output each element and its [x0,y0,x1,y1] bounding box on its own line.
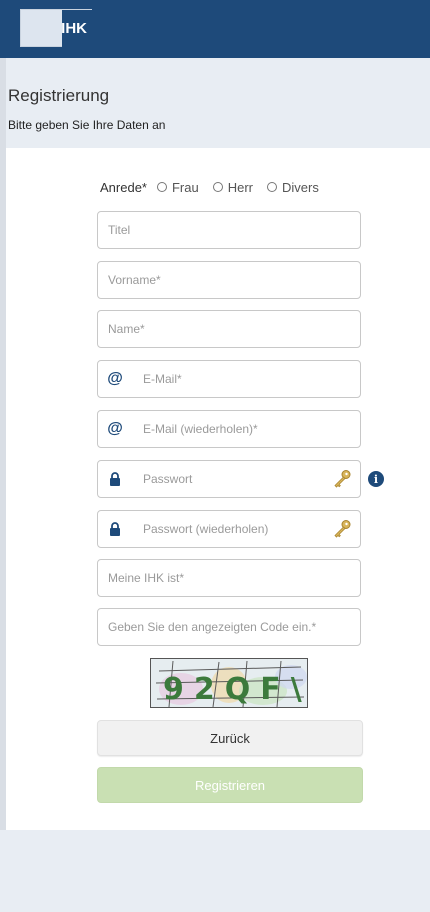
password-field[interactable] [97,460,361,498]
top-header-bar: IHK [0,0,430,58]
page-title: Registrierung [8,86,110,105]
email-input[interactable] [98,361,360,397]
register-button[interactable]: Registrieren [97,767,363,803]
footer-band [0,830,430,912]
captcha-code-text: 92QF\ [163,672,308,707]
back-button-label: Zurück [210,730,250,746]
salutation-group: Anrede* Frau Herr Divers [100,178,333,196]
last-name-input[interactable] [98,311,360,347]
radio-label: Frau [171,179,199,195]
back-button[interactable]: Zurück [97,720,363,756]
radio-circle-icon[interactable] [156,182,167,192]
title-input[interactable] [98,212,360,248]
radio-circle-icon[interactable] [212,182,223,192]
captcha-code-field[interactable] [97,608,361,646]
info-icon[interactable]: i [368,471,384,487]
last-name-field[interactable] [97,310,361,348]
email-field[interactable]: @ [97,360,361,398]
salutation-option-divers[interactable]: Divers [267,180,319,195]
title-field[interactable] [97,211,361,249]
first-name-field[interactable] [97,261,361,299]
password-repeat-input[interactable] [98,511,360,547]
email-repeat-field[interactable]: @ [97,410,361,448]
key-icon[interactable] [332,519,352,539]
first-name-input[interactable] [98,262,360,298]
ihk-logo[interactable]: IHK [20,9,93,48]
chamber-field[interactable] [97,559,361,597]
radio-label: Herr [227,179,253,195]
password-input[interactable] [98,461,360,497]
email-repeat-input[interactable] [98,411,360,447]
register-button-label: Registrieren [194,777,266,793]
salutation-label: Anrede* [100,179,147,195]
chamber-input[interactable] [98,560,360,596]
logo-text: IHK [61,20,87,37]
radio-circle-icon[interactable] [267,182,277,192]
captcha-image: 92QF\ [150,658,308,708]
salutation-option-frau[interactable]: Frau [156,179,199,195]
salutation-option-herr[interactable]: Herr [212,179,253,195]
radio-label: Divers [282,179,319,195]
page-subtitle: Bitte geben Sie Ihre Daten an [8,118,166,132]
key-icon[interactable] [332,469,352,489]
password-repeat-field[interactable] [97,510,361,548]
captcha-code-input[interactable] [98,609,360,645]
